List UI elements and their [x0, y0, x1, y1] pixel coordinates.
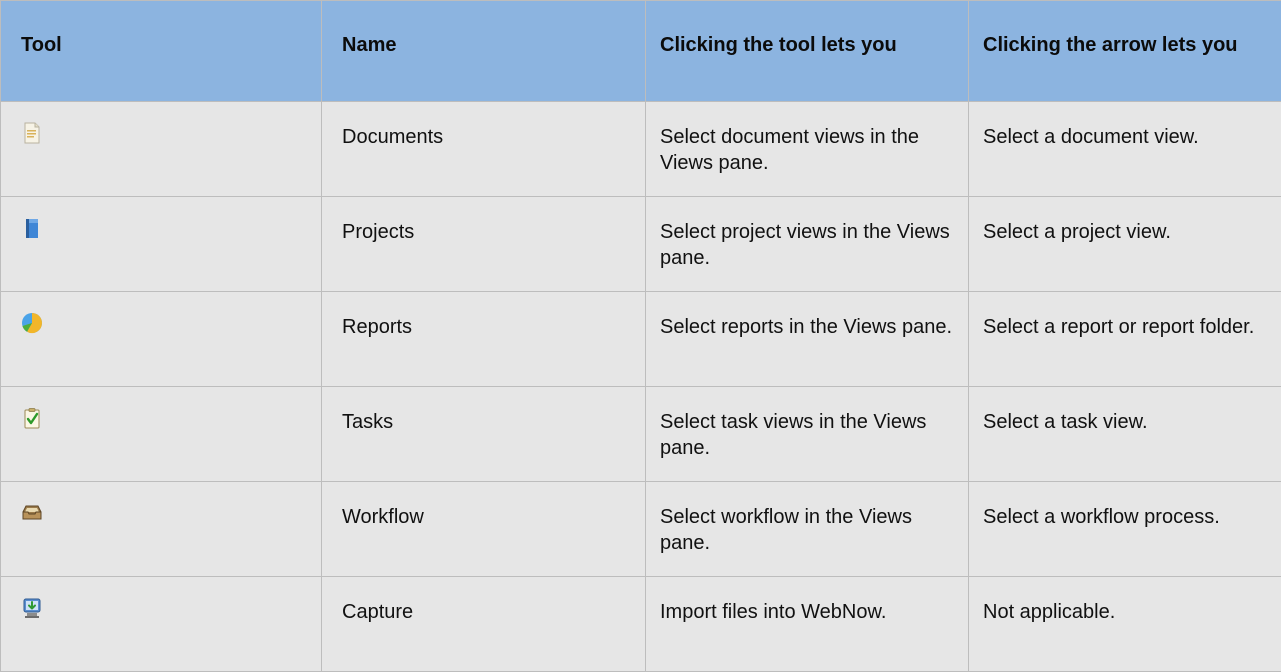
arrow-click-cell: Select a project view. [968, 196, 1281, 292]
capture-icon [21, 597, 43, 619]
tool-click-cell: Select reports in the Views pane. [645, 291, 969, 387]
tool-click-cell: Select workflow in the Views pane. [645, 481, 969, 577]
tool-cell [0, 196, 322, 292]
name-cell: Projects [321, 196, 646, 292]
table-row: Capture Import files into WebNow. Not ap… [0, 576, 1281, 672]
table-row: Tasks Select task views in the Views pan… [0, 386, 1281, 482]
tool-click-cell: Import files into WebNow. [645, 576, 969, 672]
reports-icon [21, 312, 43, 334]
tool-cell [0, 576, 322, 672]
header-tool-click: Clicking the tool lets you [645, 0, 969, 102]
tasks-icon [21, 407, 43, 429]
tool-cell [0, 386, 322, 482]
table-row: Projects Select project views in the Vie… [0, 196, 1281, 292]
tool-click-cell: Select project views in the Views pane. [645, 196, 969, 292]
table-row: Workflow Select workflow in the Views pa… [0, 481, 1281, 577]
table-row: Reports Select reports in the Views pane… [0, 291, 1281, 387]
header-tool: Tool [0, 0, 322, 102]
arrow-click-cell: Select a workflow process. [968, 481, 1281, 577]
header-name: Name [321, 0, 646, 102]
name-cell: Workflow [321, 481, 646, 577]
projects-icon [21, 217, 43, 239]
tool-click-cell: Select task views in the Views pane. [645, 386, 969, 482]
name-cell: Capture [321, 576, 646, 672]
name-cell: Reports [321, 291, 646, 387]
tool-cell [0, 481, 322, 577]
tools-table: Tool Name Clicking the tool lets you Cli… [0, 0, 1281, 672]
arrow-click-cell: Not applicable. [968, 576, 1281, 672]
workflow-icon [21, 502, 43, 524]
name-cell: Tasks [321, 386, 646, 482]
header-arrow-click: Clicking the arrow lets you [968, 0, 1281, 102]
arrow-click-cell: Select a task view. [968, 386, 1281, 482]
tool-cell [0, 291, 322, 387]
arrow-click-cell: Select a report or report folder. [968, 291, 1281, 387]
tool-cell [0, 101, 322, 197]
arrow-click-cell: Select a document view. [968, 101, 1281, 197]
tool-click-cell: Select document views in the Views pane. [645, 101, 969, 197]
header-row: Tool Name Clicking the tool lets you Cli… [0, 0, 1281, 102]
name-cell: Documents [321, 101, 646, 197]
documents-icon [21, 122, 43, 144]
table-row: Documents Select document views in the V… [0, 101, 1281, 197]
